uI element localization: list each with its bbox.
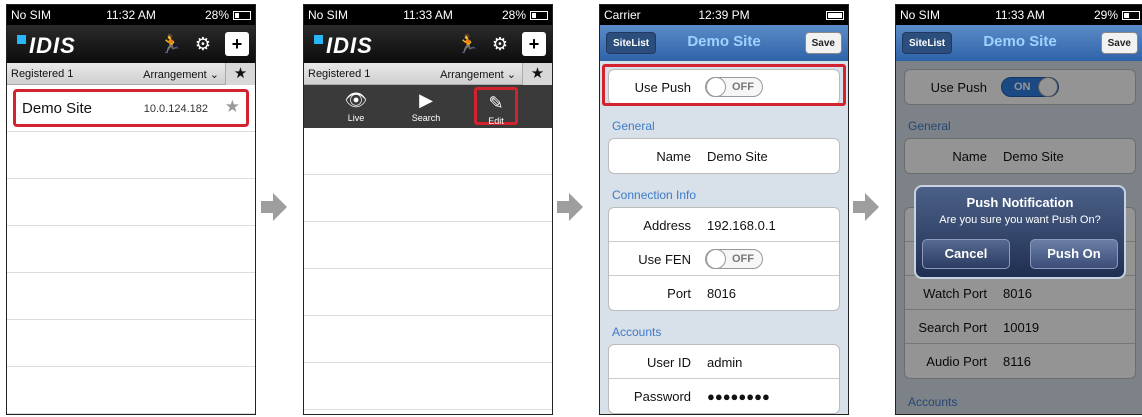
battery-icon [826,11,844,20]
battery-icon [530,11,548,20]
step-arrow-icon [853,193,879,221]
list-toolbar: Registered 1 Arrangement ⌄ ★ [7,63,255,85]
push-notification-alert: Push Notification Are you sure you want … [914,185,1126,279]
port-label: Port [667,286,691,301]
run-icon[interactable]: 🏃 [456,32,480,56]
general-header: General [612,119,655,133]
run-icon[interactable]: 🏃 [159,32,183,56]
empty-row [7,367,255,414]
empty-row [304,316,552,363]
screen-edit-site: Carrier 12:39 PM SiteList Demo Site Save… [599,4,849,415]
address-row[interactable]: Address 192.168.0.1 [609,208,839,242]
site-name: Demo Site [22,100,93,117]
save-button[interactable]: Save [804,32,842,54]
cancel-button[interactable]: Cancel [922,239,1010,269]
gear-icon[interactable]: ⚙ [488,32,512,56]
empty-row [7,320,255,367]
arrangement-dropdown[interactable]: Arrangement ⌄ [440,68,516,81]
user-id-label: User ID [646,355,691,370]
search-label: Search [411,113,441,123]
live-label: Live [347,113,365,123]
use-fen-row: Use FEN OFF [609,242,839,276]
edit-label: Edit [488,116,504,126]
battery-percent: 28% [501,8,526,22]
save-button[interactable]: Save [1100,32,1138,54]
battery-icon [1122,11,1140,20]
name-label: Name [656,149,691,164]
status-bar: No SIM 11:33 AM 29% [896,5,1142,25]
idis-logo: IDIS [17,33,76,59]
push-on-button[interactable]: Push On [1030,239,1118,269]
battery-icon [233,11,251,20]
pencil-icon: ✎ [488,93,504,113]
search-button[interactable]: ▶ Search [404,87,448,125]
empty-row [7,132,255,179]
status-bar: Carrier 12:39 PM [600,5,848,25]
accounts-header: Accounts [612,325,662,339]
site-action-bar: 👁 Live ▶ Search ✎ Edit [304,85,552,128]
address-label: Address [643,218,691,233]
status-bar: No SIM 11:33 AM 28% [304,5,552,25]
settings-list: Use Push OFF General Name Demo Site Conn… [600,61,848,414]
connection-group: Address 192.168.0.1 Use FEN OFF Port 801… [608,207,840,311]
registered-count: Registered 1 [11,68,74,80]
gear-icon[interactable]: ⚙ [191,32,215,56]
app-bar: IDIS 🏃 ⚙ + [7,25,255,63]
eye-icon: 👁 [344,90,368,110]
name-value: Demo Site [707,149,768,164]
address-value: 192.168.0.1 [707,218,776,233]
empty-row [304,222,552,269]
step-arrow-icon [557,193,583,221]
screen-site-list: No SIM 11:32 AM 28% IDIS 🏃 ⚙ + Registere… [6,4,256,415]
list-item[interactable]: Demo Site 10.0.124.182 ★ [7,85,255,132]
list-toolbar: Registered 1 Arrangement ⌄ ★ [304,63,552,85]
use-fen-label: Use FEN [638,252,691,267]
empty-row [304,175,552,222]
empty-row [304,363,552,410]
registered-count: Registered 1 [308,68,371,80]
favorite-filter-icon[interactable]: ★ [522,63,552,85]
password-row[interactable]: Password ●●●●●●●● [609,379,839,413]
plus-icon[interactable]: + [225,32,249,56]
clock: 12:39 PM [698,8,750,22]
port-value: 8016 [707,286,736,301]
empty-row [7,226,255,273]
general-group: Name Demo Site [608,138,840,174]
edit-button[interactable]: ✎ Edit [474,87,518,126]
user-id-value: admin [707,355,743,370]
password-value: ●●●●●●●● [707,389,770,404]
app-bar: IDIS 🏃 ⚙ + [304,25,552,63]
status-bar: No SIM 11:32 AM 28% [7,5,255,25]
empty-row [7,273,255,320]
favorite-filter-icon[interactable]: ★ [225,63,255,85]
screen-site-actions: No SIM 11:33 AM 28% IDIS 🏃 ⚙ + Registere… [303,4,553,415]
connection-header: Connection Info [612,188,697,202]
battery-percent: 28% [204,8,229,22]
idis-logo: IDIS [314,33,373,59]
battery-percent: 29% [1093,8,1118,22]
password-label: Password [633,389,691,404]
empty-row [304,128,552,175]
empty-row [7,179,255,226]
name-row[interactable]: Name Demo Site [609,139,839,173]
use-fen-toggle[interactable]: OFF [705,249,763,269]
site-item-highlight[interactable]: Demo Site 10.0.124.182 ★ [13,89,249,127]
screen-push-confirm: No SIM 11:33 AM 29% SiteList Demo Site S… [895,4,1142,415]
nav-bar: SiteList Demo Site Save [896,25,1142,61]
arrangement-dropdown[interactable]: Arrangement ⌄ [143,68,219,81]
port-row[interactable]: Port 8016 [609,276,839,310]
plus-icon[interactable]: + [522,32,546,56]
alert-title: Push Notification [966,195,1074,210]
nav-bar: SiteList Demo Site Save [600,25,848,61]
site-ip: 10.0.124.182 [143,103,208,115]
step-arrow-icon [261,193,287,221]
accounts-group: User ID admin Password ●●●●●●●● [608,344,840,414]
star-icon[interactable]: ★ [225,97,240,117]
empty-row [304,269,552,316]
play-icon: ▶ [419,90,433,110]
live-button[interactable]: 👁 Live [334,87,378,125]
use-push-highlight [602,64,846,106]
user-id-row[interactable]: User ID admin [609,345,839,379]
alert-message: Are you sure you want Push On? [939,214,1101,226]
